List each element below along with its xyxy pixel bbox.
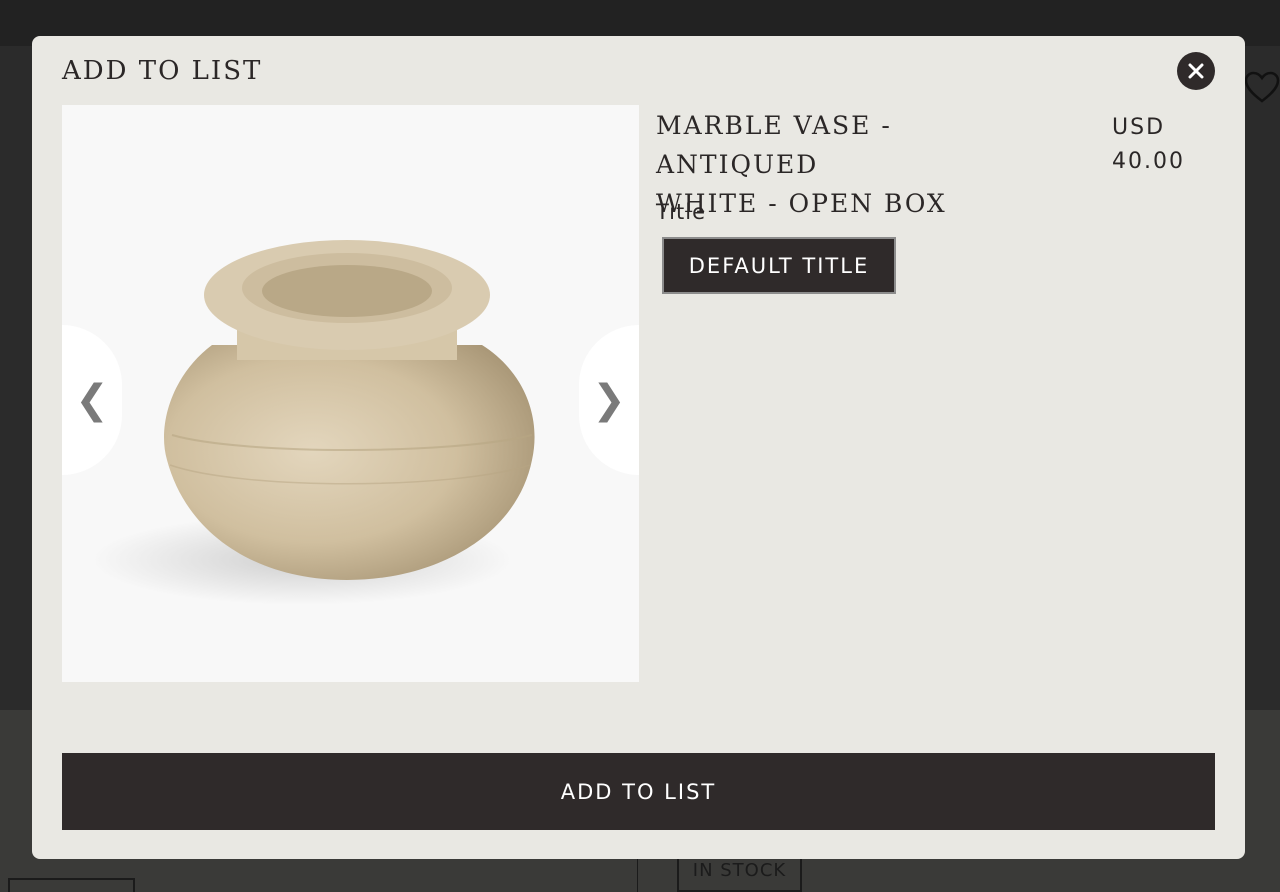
product-title: MARBLE VASE - ANTIQUED WHITE - OPEN BOX: [656, 106, 1056, 223]
price-amount: 40.00: [1112, 149, 1185, 174]
product-image: [92, 240, 535, 605]
product-image-gallery: ❮ ❯: [62, 105, 639, 682]
modal-title: ADD TO LIST: [62, 56, 263, 86]
background-quantity-box: [8, 878, 135, 892]
heart-icon[interactable]: [1244, 70, 1280, 106]
chevron-right-icon: ❯: [592, 377, 626, 423]
close-icon: [1188, 63, 1204, 79]
product-price: USD 40.00: [1112, 111, 1222, 179]
add-to-list-modal: ADD TO LIST ❮ ❯ MARBLE VASE - ANTIQUED W…: [32, 36, 1245, 859]
product-title-line-1: MARBLE VASE - ANTIQUED: [656, 111, 892, 179]
option-default-title-button[interactable]: DEFAULT TITLE: [662, 237, 896, 294]
chevron-left-icon: ❮: [75, 377, 109, 423]
add-to-list-button[interactable]: ADD TO LIST: [62, 753, 1215, 830]
price-currency: USD: [1112, 115, 1166, 140]
product-title-line-2: WHITE - OPEN BOX: [656, 189, 947, 218]
option-label: Title: [656, 200, 707, 224]
close-button[interactable]: [1177, 52, 1215, 90]
